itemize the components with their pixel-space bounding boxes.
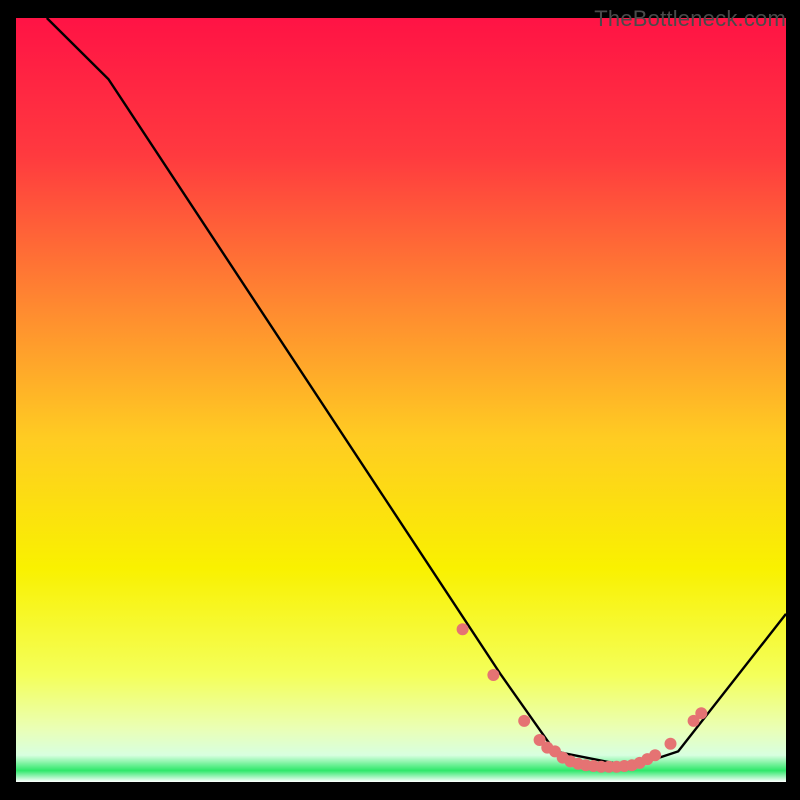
dotted-point <box>487 669 499 681</box>
plot-background <box>16 18 786 782</box>
chart-svg <box>0 0 800 800</box>
dotted-point <box>457 623 469 635</box>
watermark-text: TheBottleneck.com <box>594 6 786 32</box>
dotted-point <box>649 749 661 761</box>
chart-stage: TheBottleneck.com <box>0 0 800 800</box>
dotted-point <box>695 707 707 719</box>
dotted-point <box>665 738 677 750</box>
dotted-point <box>518 715 530 727</box>
